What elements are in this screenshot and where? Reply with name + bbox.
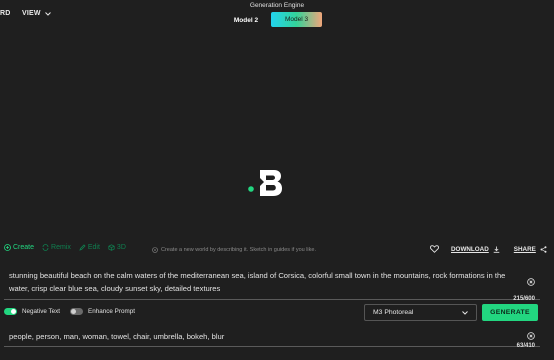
clear-prompt-icon[interactable]	[527, 278, 535, 286]
prompt-char-count: 215/600	[513, 296, 535, 302]
enhance-prompt-label: Enhance Prompt	[88, 308, 135, 315]
generate-button[interactable]: GENERATE	[482, 304, 538, 321]
hint-label: Create a new world by describing it. Ske…	[161, 247, 316, 253]
info-icon	[152, 247, 158, 253]
enhance-prompt-switch[interactable]	[70, 308, 84, 315]
style-select-value: M3 Photoreal	[373, 309, 414, 316]
clear-negative-prompt-icon[interactable]	[527, 332, 535, 340]
share-label: SHARE	[513, 245, 536, 253]
create-icon	[4, 244, 11, 251]
hint-text: Create a new world by describing it. Ske…	[152, 247, 316, 253]
remix-icon	[42, 244, 49, 251]
canvas-area[interactable]	[0, 30, 554, 240]
chevron-down-icon	[44, 11, 51, 16]
3d-icon	[108, 244, 115, 251]
style-select[interactable]: M3 Photoreal	[364, 304, 477, 321]
tab-3d[interactable]: 3D	[108, 244, 126, 251]
action-bar: DOWNLOAD SHARE	[430, 245, 547, 253]
model-2-button[interactable]: Model 2	[227, 13, 265, 27]
model-3-button[interactable]: Model 3	[271, 12, 322, 27]
negative-text-label: Negative Text	[22, 308, 61, 315]
tab-edit-label: Edit	[87, 244, 100, 251]
share-icon	[540, 245, 547, 253]
menu-item-truncated[interactable]: RD	[0, 10, 11, 17]
tab-create[interactable]: Create	[4, 244, 34, 251]
negative-prompt-divider	[4, 346, 540, 347]
tab-remix[interactable]: Remix	[42, 244, 71, 251]
negative-text-switch[interactable]	[4, 308, 17, 315]
download-label: DOWNLOAD	[451, 245, 489, 253]
view-menu-label: VIEW	[22, 10, 41, 17]
top-bar: RD VIEW Generation Engine Model 2 Model …	[0, 0, 554, 30]
tab-3d-label: 3D	[116, 244, 126, 251]
share-button[interactable]: SHARE	[514, 246, 547, 253]
enhance-prompt-toggle[interactable]: Enhance Prompt	[70, 308, 135, 315]
prompt-divider	[4, 299, 540, 300]
edit-icon	[79, 244, 86, 251]
chevron-down-icon	[462, 310, 468, 315]
tab-remix-label: Remix	[51, 244, 71, 251]
negative-text-toggle[interactable]: Negative Text	[4, 308, 60, 315]
download-icon	[493, 246, 500, 253]
brand-logo	[248, 170, 282, 196]
generation-engine-label: Generation Engine	[249, 2, 305, 9]
view-menu[interactable]: VIEW	[22, 10, 51, 17]
download-button[interactable]: DOWNLOAD	[451, 246, 500, 253]
tab-create-label: Create	[13, 244, 35, 251]
negative-prompt-char-count: 63/410	[516, 343, 535, 349]
heart-icon[interactable]	[430, 245, 439, 253]
mode-tabs: Create Remix Edit 3D	[4, 244, 134, 251]
negative-prompt-input[interactable]: people, person, man, woman, towel, chair…	[9, 332, 224, 341]
tab-edit[interactable]: Edit	[79, 244, 100, 251]
prompt-options: Negative Text Enhance Prompt	[4, 308, 145, 315]
prompt-input[interactable]: stunning beautiful beach on the calm wat…	[9, 270, 509, 295]
